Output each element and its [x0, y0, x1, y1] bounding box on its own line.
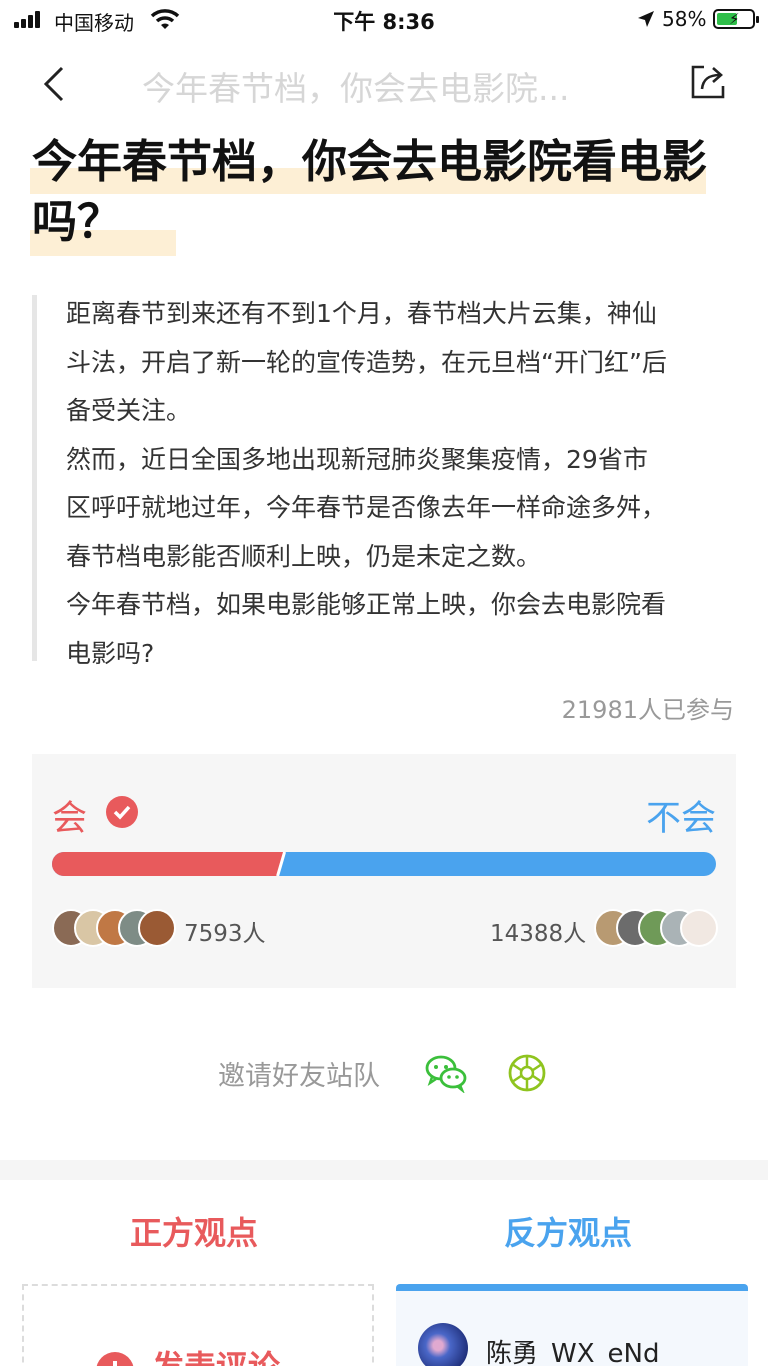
battery-icon: ⚡ [713, 9, 759, 29]
status-bar: 中国移动 下午 8:36 58% ⚡ [0, 0, 768, 40]
vote-result-bar [52, 852, 716, 876]
yes-vote-count: 7593人 [184, 921, 266, 947]
quote-bar [32, 295, 37, 661]
post-comment-label: 发表评论 [152, 1342, 280, 1366]
topic-description: 距离春节到来还有不到1个月，春节档大片云集，神仙 斗法，开启了新一轮的宣传造势，… [66, 290, 740, 678]
description-paragraph: 距离春节到来还有不到1个月，春节档大片云集，神仙 斗法，开启了新一轮的宣传造势，… [66, 299, 667, 425]
vote-no-button[interactable]: 不会 [646, 790, 716, 841]
invite-friends-label: 邀请好友站队 [218, 1061, 380, 1092]
avatar [418, 1323, 468, 1366]
no-vote-count: 14388人 [490, 921, 587, 947]
avatar [138, 909, 176, 947]
plus-icon [96, 1352, 134, 1366]
vote-yes-segment [52, 852, 285, 876]
nav-title: 今年春节档，你会去电影院... [142, 69, 570, 108]
wechat-icon[interactable] [424, 1053, 468, 1093]
no-avatars [594, 909, 724, 949]
vote-card: 会 不会 7593人 14388人 [32, 754, 736, 988]
nav-bar: 今年春节档，你会去电影院... [0, 44, 768, 124]
battery-percent: 58% [662, 7, 707, 31]
check-icon [106, 796, 138, 828]
post-comment-button[interactable]: 发表评论 [22, 1284, 374, 1366]
tab-pro-views[interactable]: 正方观点 [130, 1208, 258, 1254]
moments-icon[interactable] [506, 1052, 548, 1094]
back-icon[interactable] [36, 60, 76, 108]
page-title: 今年春节档，你会去电影院看电影吗？ [32, 135, 708, 248]
participant-count: 21981人已参与 [561, 696, 734, 724]
description-paragraph: 然而，近日全国多地出现新冠肺炎聚集疫情，29省市 区呼吁就地过年，今年春节是否像… [66, 444, 667, 571]
tab-con-views[interactable]: 反方观点 [504, 1208, 632, 1254]
comment-username: 陈勇_WX_eNd [486, 1339, 660, 1366]
vote-yes-button[interactable]: 会 [52, 790, 87, 841]
description-paragraph: 今年春节档，如果电影能够正常上映，你会去电影院看 电影吗? [66, 590, 667, 668]
section-divider [0, 1160, 768, 1180]
avatar [680, 909, 718, 947]
yes-avatars [52, 909, 182, 949]
con-comment-card[interactable]: 陈勇_WX_eNd [396, 1284, 748, 1366]
share-icon[interactable] [688, 62, 728, 102]
location-arrow-icon [638, 11, 654, 27]
